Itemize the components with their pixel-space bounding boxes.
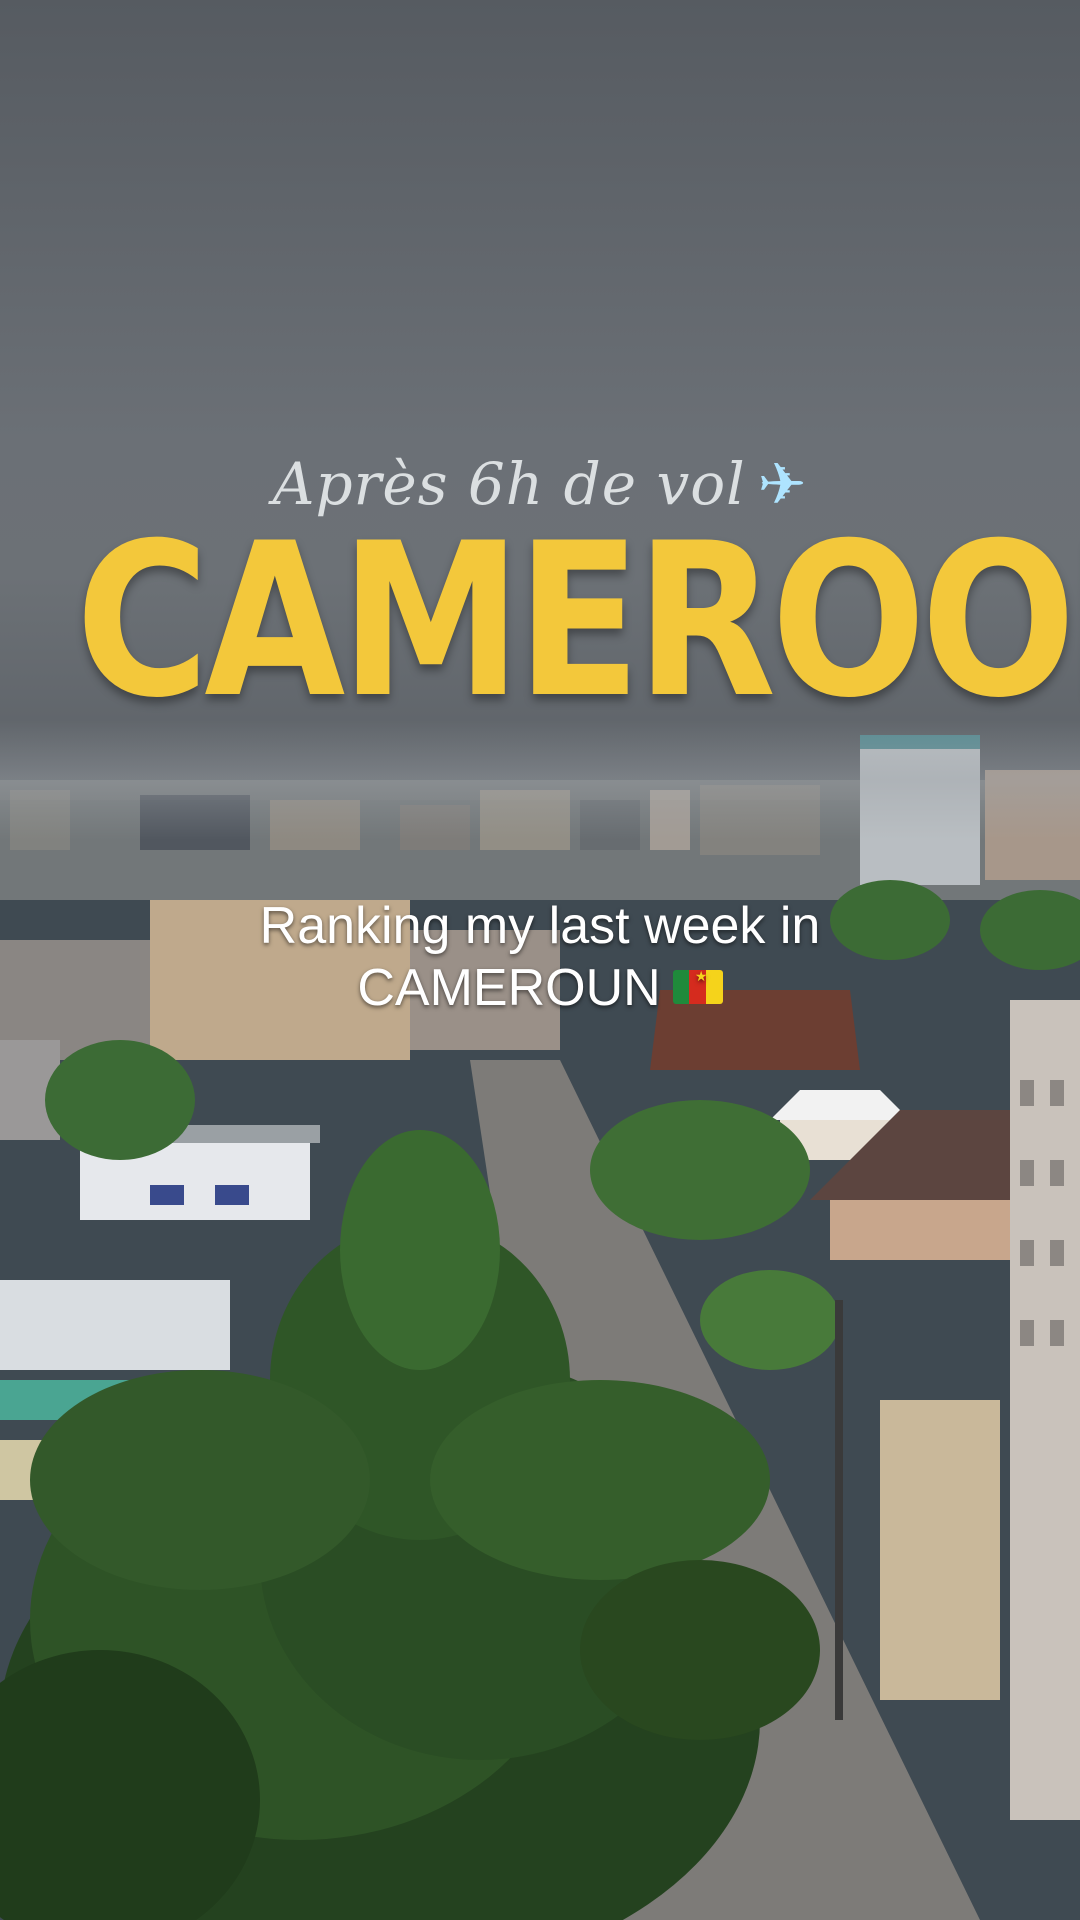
caption-line-2: CAMEROUN ★ xyxy=(140,957,940,1019)
cameroon-flag-icon: ★ xyxy=(672,970,723,1005)
caption-country: CAMEROUN xyxy=(357,959,661,1017)
country-title: CAMEROON xyxy=(75,497,1080,744)
video-caption: Ranking my last week in CAMEROUN ★ xyxy=(140,895,940,1019)
palm-tree xyxy=(0,1130,820,1920)
video-frame[interactable]: Après 6h de vol✈ CAMEROON Ranking my las… xyxy=(0,0,1080,1920)
caption-line-1: Ranking my last week in xyxy=(259,897,821,955)
